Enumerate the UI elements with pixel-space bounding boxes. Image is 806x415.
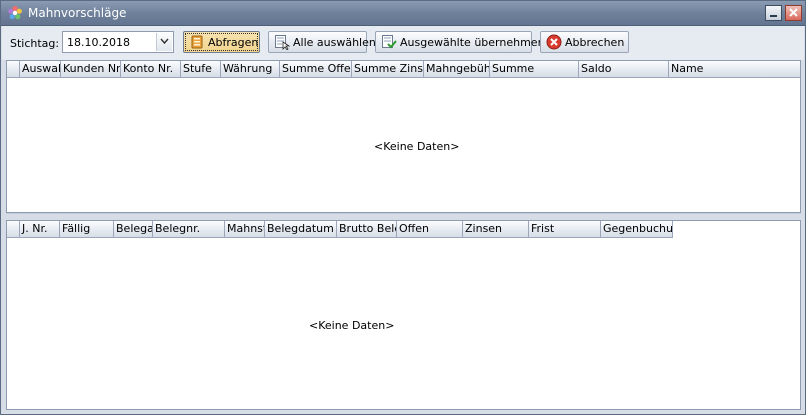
mahnvorschlaege-grid[interactable]: Auswahl Kunden Nr. Konto Nr. Stufe Währu…	[6, 60, 801, 213]
column-header[interactable]: Mahngebühr	[424, 61, 490, 78]
column-header[interactable]: Belegart	[114, 221, 153, 238]
alle-auswaehlen-button[interactable]: Alle auswählen	[268, 31, 376, 53]
column-header[interactable]: Offen	[397, 221, 463, 238]
title-bar: Mahnvorschläge	[1, 1, 805, 26]
column-header[interactable]: Gegenbuchung	[601, 221, 673, 238]
minimize-icon	[770, 15, 777, 17]
column-header[interactable]: Währung	[221, 61, 280, 78]
column-header[interactable]: J. Nr.	[20, 221, 60, 238]
column-header[interactable]: Summe Offen	[280, 61, 352, 78]
select-all-icon	[275, 35, 290, 50]
database-query-icon	[191, 35, 203, 49]
column-header[interactable]: Auswahl	[20, 61, 61, 78]
stichtag-date-picker[interactable]: 18.10.2018	[62, 31, 174, 53]
column-header[interactable]: Name	[669, 61, 800, 78]
column-header[interactable]: Saldo	[579, 61, 669, 78]
column-header[interactable]: Frist	[529, 221, 601, 238]
abfragen-label: Abfragen	[208, 36, 259, 49]
column-header[interactable]: Konto Nr.	[121, 61, 181, 78]
abbrechen-button[interactable]: Abbrechen	[540, 31, 629, 53]
column-header[interactable]: Brutto Beleg	[337, 221, 397, 238]
column-header[interactable]: Belegnr.	[153, 221, 225, 238]
belege-grid[interactable]: J. Nr. Fällig Belegart Belegnr. Mahnstuf…	[6, 220, 801, 410]
chevron-down-icon	[160, 38, 169, 45]
abbrechen-label: Abbrechen	[565, 36, 625, 49]
column-header[interactable]: Mahnstufe	[225, 221, 265, 238]
date-dropdown-button[interactable]	[156, 33, 172, 51]
ausgewaehlte-uebernehmen-button[interactable]: Ausgewählte übernehmen	[375, 31, 545, 53]
column-header[interactable]: Belegdatum	[265, 221, 337, 238]
column-header[interactable]: Summe	[490, 61, 579, 78]
apply-selected-icon	[382, 35, 397, 49]
column-header[interactable]: Fällig	[60, 221, 114, 238]
alle-auswaehlen-label: Alle auswählen	[293, 36, 376, 49]
row-indicator-header	[7, 61, 20, 78]
close-icon	[789, 8, 798, 17]
no-data-text: <Keine Daten>	[309, 319, 395, 332]
minimize-button[interactable]	[765, 5, 782, 21]
abfragen-button[interactable]: Abfragen	[183, 31, 260, 53]
stichtag-value[interactable]: 18.10.2018	[67, 36, 130, 49]
column-header[interactable]: Stufe	[181, 61, 221, 78]
toolbar: Stichtag: 18.10.2018 Abfragen Alle auswä…	[2, 26, 804, 60]
column-header[interactable]: Zinsen	[463, 221, 529, 238]
ausgewaehlte-uebernehmen-label: Ausgewählte übernehmen	[400, 36, 545, 49]
close-button[interactable]	[785, 5, 802, 21]
column-header[interactable]: Kunden Nr.	[61, 61, 121, 78]
flower-app-icon	[8, 5, 22, 20]
grid-splitter[interactable]	[6, 213, 801, 220]
window-title: Mahnvorschläge	[28, 6, 127, 20]
cancel-icon	[546, 34, 562, 50]
column-header[interactable]: Summe Zinsen	[352, 61, 424, 78]
row-indicator-header	[7, 221, 20, 238]
no-data-text: <Keine Daten>	[374, 140, 460, 153]
mahnvorschlaege-window: Mahnvorschläge Stichtag: 18.10.2018 Abfr…	[0, 0, 806, 415]
stichtag-label: Stichtag:	[10, 37, 60, 50]
